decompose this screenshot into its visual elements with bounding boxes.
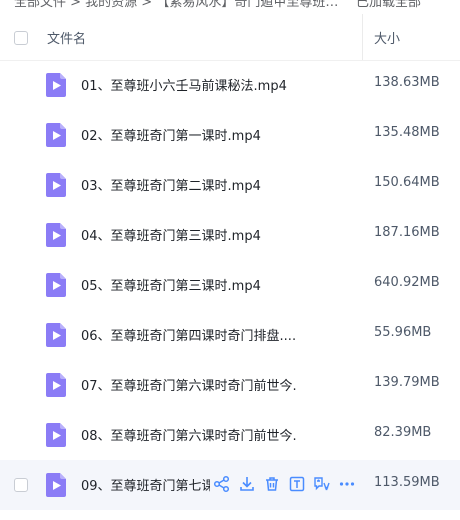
file-name[interactable]: 06、至尊班奇门第四课时奇门排盘.... bbox=[81, 325, 296, 344]
video-file-icon bbox=[45, 322, 67, 348]
breadcrumb-bar: 全部文件 > 我的资源 > 【紫易风水】奇门遁甲至尊班… 已加载全部 bbox=[0, 0, 460, 10]
file-size: 113.59MB bbox=[374, 475, 440, 490]
column-divider[interactable] bbox=[362, 14, 363, 60]
file-size: 187.16MB bbox=[374, 225, 440, 240]
file-name[interactable]: 02、至尊班奇门第一课时.mp4 bbox=[81, 125, 296, 144]
select-all-checkbox[interactable] bbox=[14, 31, 28, 45]
file-size: 138.63MB bbox=[374, 75, 440, 90]
video-file-icon bbox=[45, 272, 67, 298]
delete-icon[interactable] bbox=[262, 474, 282, 494]
download-icon[interactable] bbox=[237, 474, 257, 494]
file-name[interactable]: 05、至尊班奇门第三课时.mp4 bbox=[81, 275, 296, 294]
more-icon[interactable] bbox=[337, 474, 357, 494]
file-row[interactable]: 03、至尊班奇门第二课时.mp4 150.64MB bbox=[0, 160, 460, 210]
load-status: 已加载全部 bbox=[356, 0, 422, 10]
file-size: 139.79MB bbox=[374, 375, 440, 390]
share-icon[interactable] bbox=[212, 474, 232, 494]
video-file-icon bbox=[45, 372, 67, 398]
file-row[interactable]: 04、至尊班奇门第三课时.mp4 187.16MB bbox=[0, 210, 460, 260]
column-header-name[interactable]: 文件名 bbox=[47, 28, 86, 47]
text-extract-icon[interactable] bbox=[287, 474, 307, 494]
file-name[interactable]: 01、至尊班小六壬马前课秘法.mp4 bbox=[81, 75, 296, 94]
file-name[interactable]: 03、至尊班奇门第二课时.mp4 bbox=[81, 175, 296, 194]
breadcrumb[interactable]: 全部文件 > 我的资源 > 【紫易风水】奇门遁甲至尊班… bbox=[14, 0, 338, 10]
file-name[interactable]: 04、至尊班奇门第三课时.mp4 bbox=[81, 225, 296, 244]
file-name[interactable]: 07、至尊班奇门第六课时奇门前世今... bbox=[81, 375, 296, 394]
video-file-icon bbox=[45, 222, 67, 248]
translate-icon[interactable] bbox=[312, 474, 332, 494]
file-size: 640.92MB bbox=[374, 275, 440, 290]
video-file-icon bbox=[45, 122, 67, 148]
file-row[interactable]: 06、至尊班奇门第四课时奇门排盘.... 55.96MB bbox=[0, 310, 460, 360]
file-size: 82.39MB bbox=[374, 425, 432, 440]
file-size: 135.48MB bbox=[374, 125, 440, 140]
file-name[interactable]: 09、至尊班奇门第七课时 bbox=[81, 475, 210, 494]
file-row[interactable]: 08、至尊班奇门第六课时奇门前世今... 82.39MB bbox=[0, 410, 460, 460]
file-row[interactable]: 05、至尊班奇门第三课时.mp4 640.92MB bbox=[0, 260, 460, 310]
video-file-icon bbox=[45, 472, 67, 498]
file-row[interactable]: 07、至尊班奇门第六课时奇门前世今... 139.79MB bbox=[0, 360, 460, 410]
file-name[interactable]: 08、至尊班奇门第六课时奇门前世今... bbox=[81, 425, 296, 444]
row-checkbox[interactable] bbox=[14, 478, 28, 492]
file-list-header: 文件名 大小 bbox=[0, 14, 460, 61]
file-row[interactable]: 02、至尊班奇门第一课时.mp4 135.48MB bbox=[0, 110, 460, 160]
file-size: 150.64MB bbox=[374, 175, 440, 190]
column-header-size[interactable]: 大小 bbox=[374, 28, 400, 47]
file-row-hovered[interactable]: 09、至尊班奇门第七课时 113.59MB bbox=[0, 460, 460, 510]
file-row[interactable]: 01、至尊班小六壬马前课秘法.mp4 138.63MB bbox=[0, 60, 460, 110]
video-file-icon bbox=[45, 72, 67, 98]
video-file-icon bbox=[45, 422, 67, 448]
file-size: 55.96MB bbox=[374, 325, 432, 340]
video-file-icon bbox=[45, 172, 67, 198]
file-list: 01、至尊班小六壬马前课秘法.mp4 138.63MB 02、至尊班奇门第一课时… bbox=[0, 60, 460, 510]
